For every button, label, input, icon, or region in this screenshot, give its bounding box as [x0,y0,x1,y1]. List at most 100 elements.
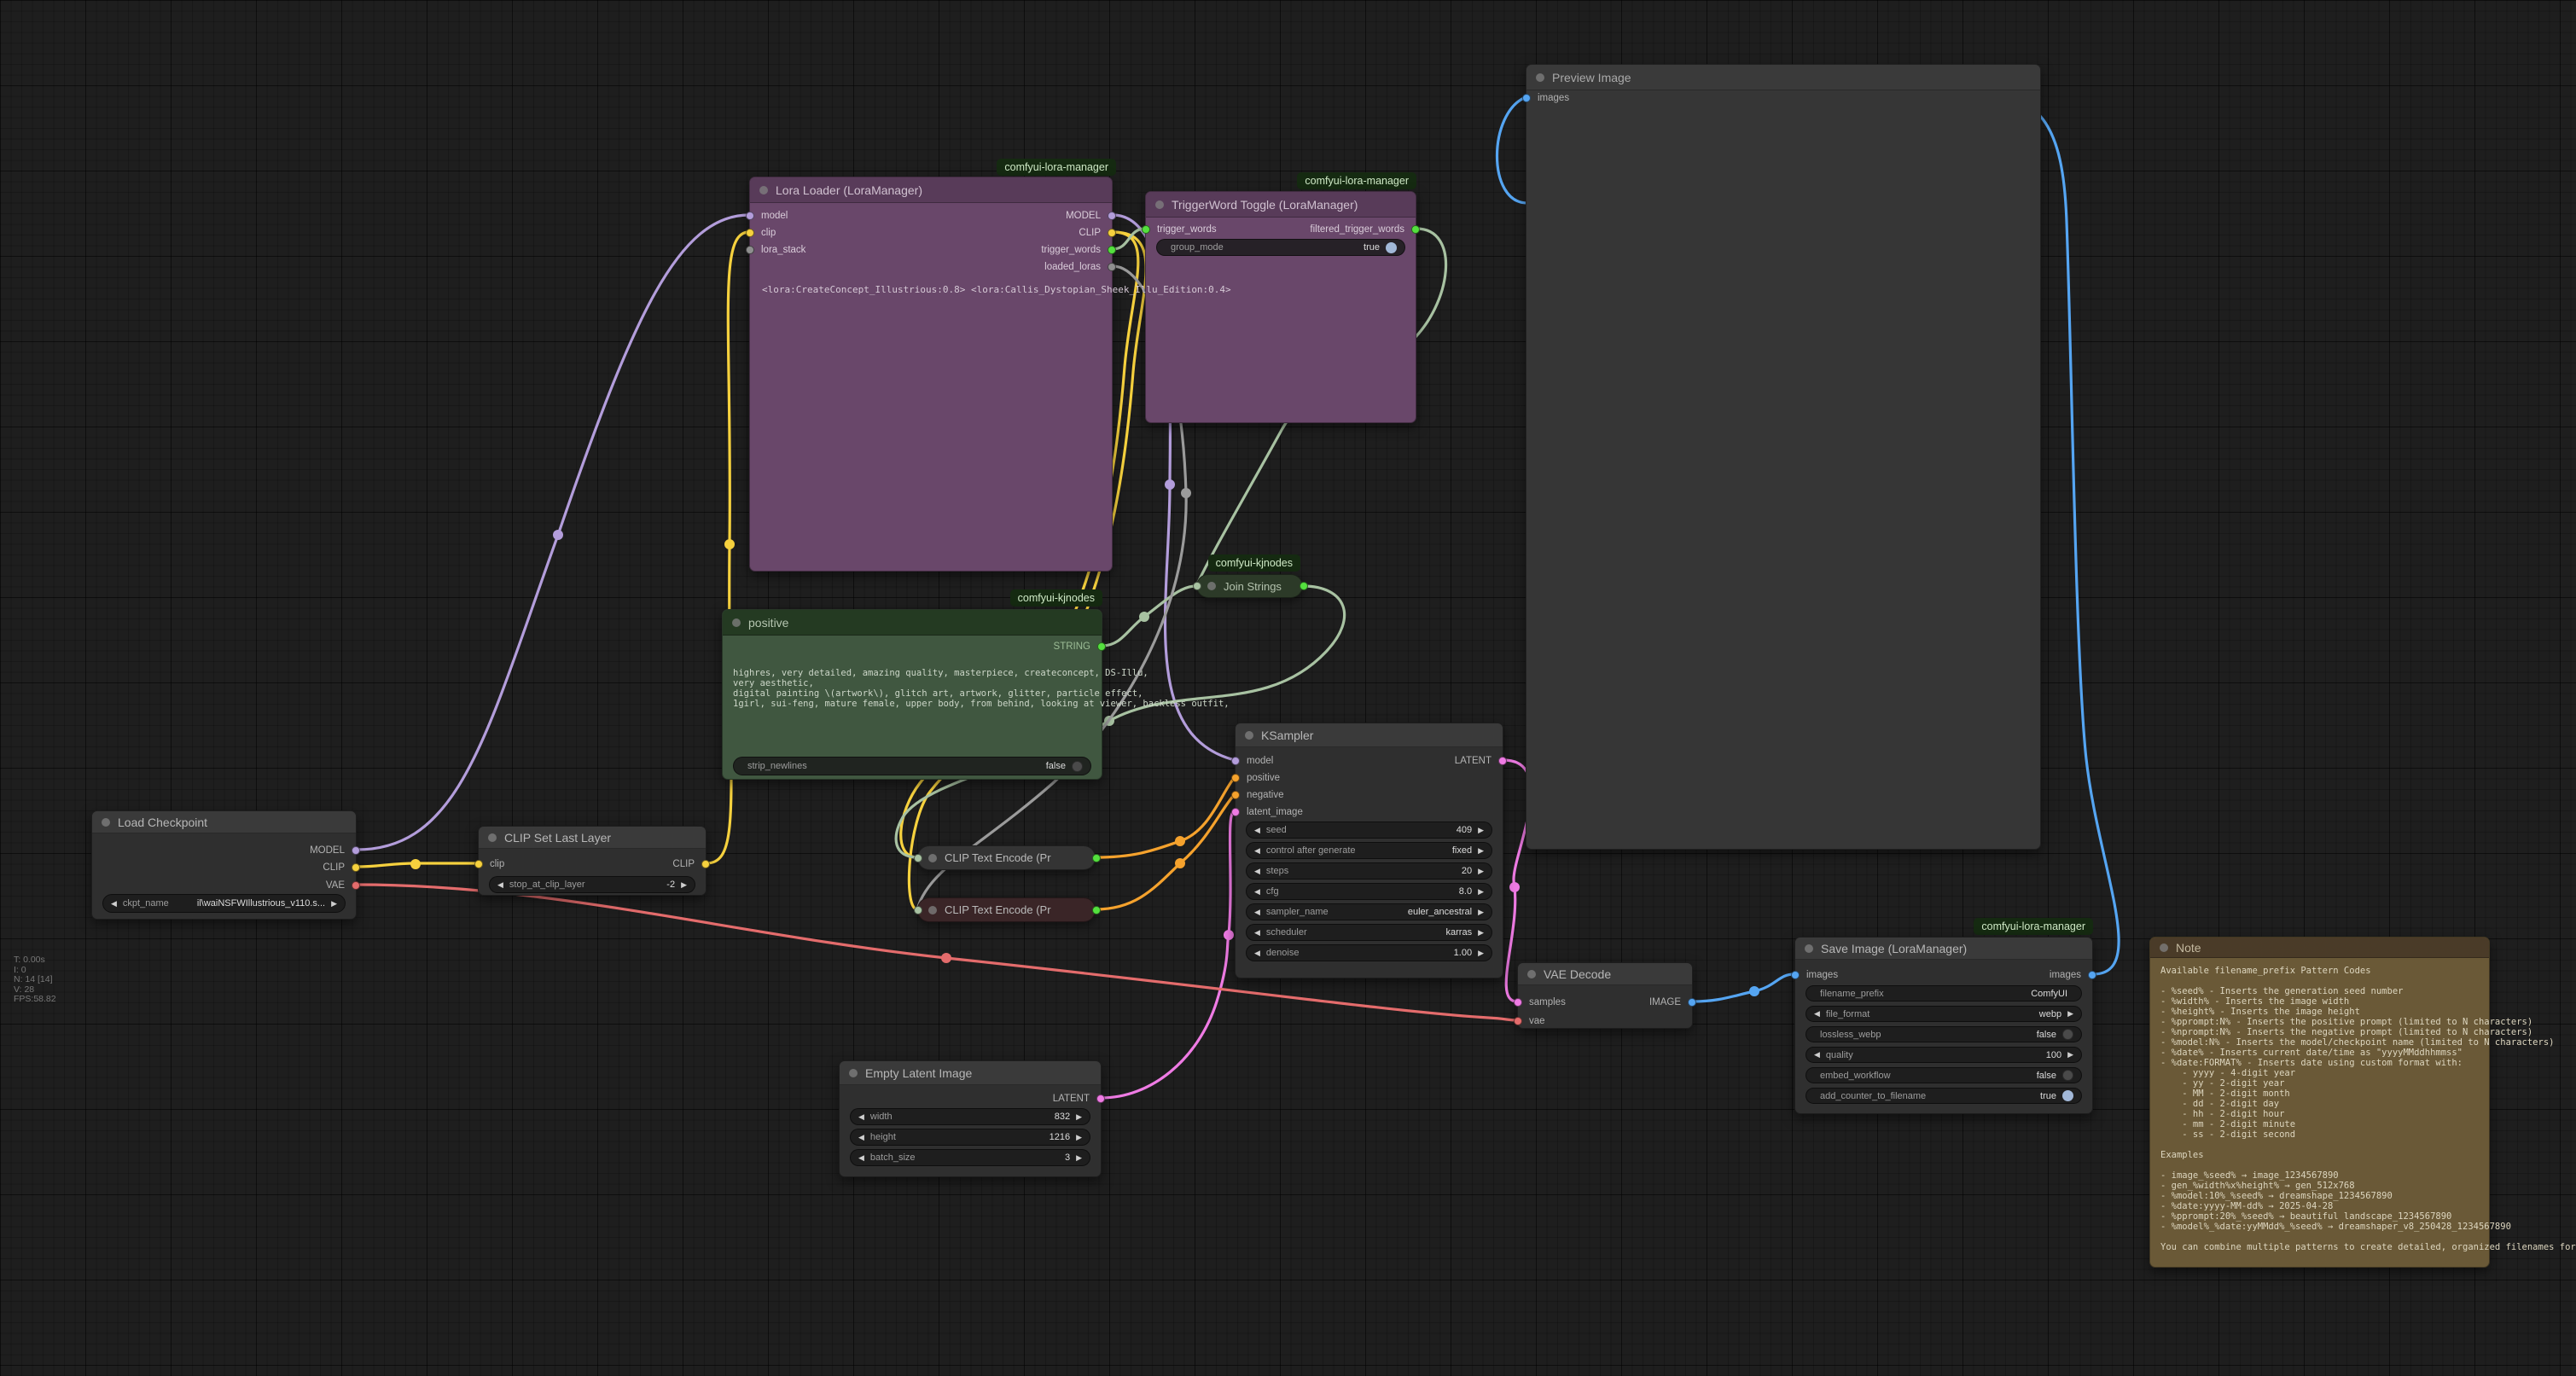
port-dot[interactable] [1498,757,1507,765]
node-empty-latent-image[interactable]: Empty Latent Image LATENT ◀width832▶ ◀heigh… [839,1060,1102,1177]
port-dot[interactable] [1688,998,1696,1007]
input-port-model[interactable]: model [1231,756,1273,766]
port-dot[interactable] [1231,757,1240,765]
port-dot[interactable] [1231,791,1240,799]
decrement-arrow-icon[interactable]: ◀ [1254,867,1260,876]
decrement-arrow-icon[interactable]: ◀ [858,1112,864,1122]
port-dot[interactable] [1108,229,1116,237]
collapse-dot-icon[interactable] [849,1069,858,1077]
decrement-arrow-icon[interactable]: ◀ [1254,928,1260,938]
output-port-CLIP[interactable]: CLIP [672,859,710,869]
decrement-arrow-icon[interactable]: ◀ [1814,1009,1820,1019]
node-titlebar[interactable]: Lora Loader (LoraManager) [750,177,1112,203]
output-port-LATENT[interactable]: LATENT [1455,756,1507,766]
port-dot[interactable] [701,860,710,868]
node-titlebar[interactable]: positive [723,610,1102,636]
input-port-clip[interactable]: clip [746,228,776,238]
node-load-checkpoint[interactable]: Load CheckpointMODELCLIPVAE◀ckpt_nameil\… [91,810,357,920]
out-port[interactable] [1092,906,1101,914]
node-titlebar[interactable]: Load Checkpoint [92,811,356,833]
node-titlebar[interactable]: Note [2150,938,2489,958]
input-port-latent_image[interactable]: latent_image [1231,807,1303,817]
toggle-indicator[interactable] [1386,242,1397,253]
port-dot[interactable] [1514,998,1522,1007]
input-port-images[interactable]: images [1791,970,1838,980]
increment-arrow-icon[interactable]: ▶ [1478,908,1484,917]
widget-denoise[interactable]: ◀denoise1.00▶ [1246,944,1492,961]
output-port-IMAGE[interactable]: IMAGE [1649,997,1696,1007]
node-save-image[interactable]: Save Image (LoraManager)imagesimagesfile… [1794,937,2093,1114]
widget-lossless_webp[interactable]: lossless_webpfalse [1806,1026,2082,1042]
increment-arrow-icon[interactable]: ▶ [1478,867,1484,876]
decrement-arrow-icon[interactable]: ◀ [1254,887,1260,897]
port-dot[interactable] [1097,642,1106,651]
out-port[interactable] [1300,582,1308,590]
output-port-MODEL[interactable]: MODEL [310,845,360,856]
widget-seed[interactable]: ◀seed409▶ [1246,822,1492,839]
port-dot[interactable] [746,212,754,220]
decrement-arrow-icon[interactable]: ◀ [1254,908,1260,917]
output-port-filtered_trigger_words[interactable]: filtered_trigger_words [1310,224,1420,235]
collapse-dot-icon[interactable] [102,818,110,827]
port-dot[interactable] [352,846,360,855]
widget-quality[interactable]: ◀quality100▶ [1806,1047,2082,1063]
node-titlebar[interactable]: Empty Latent Image [840,1061,1101,1085]
widget-control after generate[interactable]: ◀control after generatefixed▶ [1246,842,1492,859]
increment-arrow-icon[interactable]: ▶ [1478,887,1484,897]
output-port-trigger_words[interactable]: trigger_words [1041,245,1116,255]
output-port-MODEL[interactable]: MODEL [1066,211,1116,221]
port-dot[interactable] [1514,1017,1522,1025]
port-dot[interactable] [1791,971,1800,979]
node-positive-prompt[interactable]: positiveSTRINGstrip_newlinesfalsehighres… [722,609,1102,780]
decrement-arrow-icon[interactable]: ◀ [1254,846,1260,856]
collapse-dot-icon[interactable] [1536,73,1544,82]
port-dot[interactable] [1231,808,1240,816]
input-port-lora_stack[interactable]: lora_stack [746,245,805,255]
port-dot[interactable] [1522,94,1531,102]
input-port-vae[interactable]: vae [1514,1016,1545,1026]
increment-arrow-icon[interactable]: ▶ [1478,928,1484,938]
in-port[interactable] [1193,582,1201,590]
output-port-LATENT[interactable]: LATENT [1053,1094,1105,1104]
widget-scheduler[interactable]: ◀schedulerkarras▶ [1246,924,1492,941]
node-note[interactable]: NoteAvailable filename_prefix Pattern Co… [2149,937,2490,1268]
output-port-loaded_loras[interactable]: loaded_loras [1044,262,1116,272]
output-port-CLIP[interactable]: CLIP [323,862,360,873]
input-port-negative[interactable]: negative [1231,790,1283,800]
node-text-widget[interactable]: Available filename_prefix Pattern Codes … [2160,966,2576,1252]
node-titlebar[interactable]: Preview Image [1526,65,2040,90]
collapse-dot-icon[interactable] [488,833,497,842]
collapse-dot-icon[interactable] [1527,970,1536,978]
collapse-dot-icon[interactable] [1207,582,1216,590]
widget-cfg[interactable]: ◀cfg8.0▶ [1246,883,1492,900]
increment-arrow-icon[interactable]: ▶ [1076,1112,1082,1122]
increment-arrow-icon[interactable]: ▶ [2067,1009,2073,1019]
node-clip-text-encode-positive[interactable]: CLIP Text Encode (Pr [917,845,1096,870]
decrement-arrow-icon[interactable]: ◀ [1814,1050,1820,1060]
node-titlebar[interactable]: KSampler [1236,723,1503,747]
input-port-samples[interactable]: samples [1514,997,1566,1007]
collapse-dot-icon[interactable] [1805,944,1813,953]
node-ksampler[interactable]: KSamplermodelpositivenegativelatent_imag… [1235,723,1503,978]
port-dot[interactable] [1142,225,1150,234]
port-dot[interactable] [746,246,754,254]
node-vae-decode[interactable]: VAE DecodesamplesvaeIMAGE [1517,962,1693,1029]
increment-arrow-icon[interactable]: ▶ [331,899,337,909]
input-port-images[interactable]: images [1522,93,1569,103]
node-preview-image[interactable]: Preview Imageimages [1526,64,2041,850]
port-dot[interactable] [2088,971,2096,979]
widget-width[interactable]: ◀width832▶ [850,1108,1090,1125]
widget-height[interactable]: ◀height1216▶ [850,1129,1090,1146]
node-lora-loader[interactable]: Lora Loader (LoraManager)modelcliplora_s… [749,177,1113,572]
output-port-CLIP[interactable]: CLIP [1079,228,1116,238]
collapse-dot-icon[interactable] [928,854,937,862]
node-titlebar[interactable]: TriggerWord Toggle (LoraManager) [1146,192,1416,218]
port-dot[interactable] [1096,1094,1105,1103]
decrement-arrow-icon[interactable]: ◀ [858,1133,864,1142]
port-dot[interactable] [474,860,483,868]
node-triggerword-toggle[interactable]: TriggerWord Toggle (LoraManager)trigger_… [1145,191,1416,423]
port-dot[interactable] [746,229,754,237]
input-port-clip[interactable]: clip [474,859,504,869]
port-dot[interactable] [352,863,360,872]
widget-file_format[interactable]: ◀file_formatwebp▶ [1806,1006,2082,1022]
